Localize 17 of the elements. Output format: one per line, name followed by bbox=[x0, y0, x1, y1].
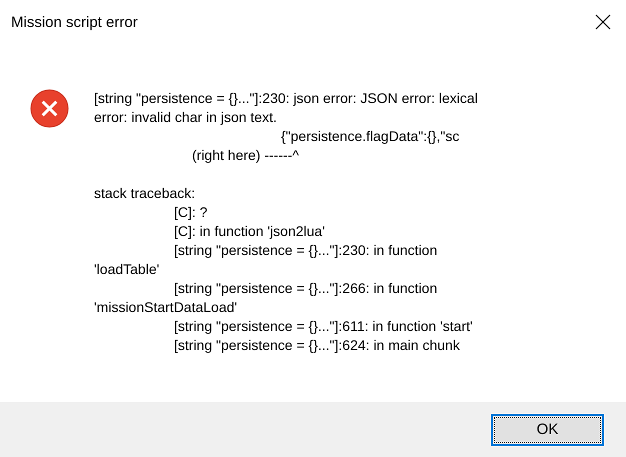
ok-button[interactable]: OK bbox=[491, 414, 604, 446]
message-line: (right here) ------^ bbox=[191, 146, 300, 165]
message-line: [C]: in function 'json2lua' bbox=[173, 222, 326, 241]
message-line: [string "persistence = {}..."]:266: in function bbox=[173, 279, 438, 298]
message-line: error: invalid char in json text. bbox=[94, 108, 278, 127]
close-icon bbox=[595, 14, 611, 30]
window-title: Mission script error bbox=[11, 14, 138, 30]
message-line: [string "persistence = {}..."]:230: in function bbox=[173, 241, 438, 260]
error-icon bbox=[30, 89, 69, 128]
message-line: 'loadTable' bbox=[94, 260, 160, 279]
message-line: [string "persistence = {}..."]:611: in function 'start' bbox=[173, 317, 474, 336]
message-line: [string "persistence = {}..."]:230: json error: JSON error: lexical bbox=[94, 89, 478, 108]
message-line: [string "persistence = {}..."]:624: in main chunk bbox=[173, 336, 461, 355]
message-line: {"persistence.flagData":{},"sc bbox=[280, 127, 460, 146]
message-line: 'missionStartDataLoad' bbox=[94, 298, 238, 317]
message-line: [C]: ? bbox=[173, 203, 208, 222]
message-line: stack traceback: bbox=[94, 184, 196, 203]
